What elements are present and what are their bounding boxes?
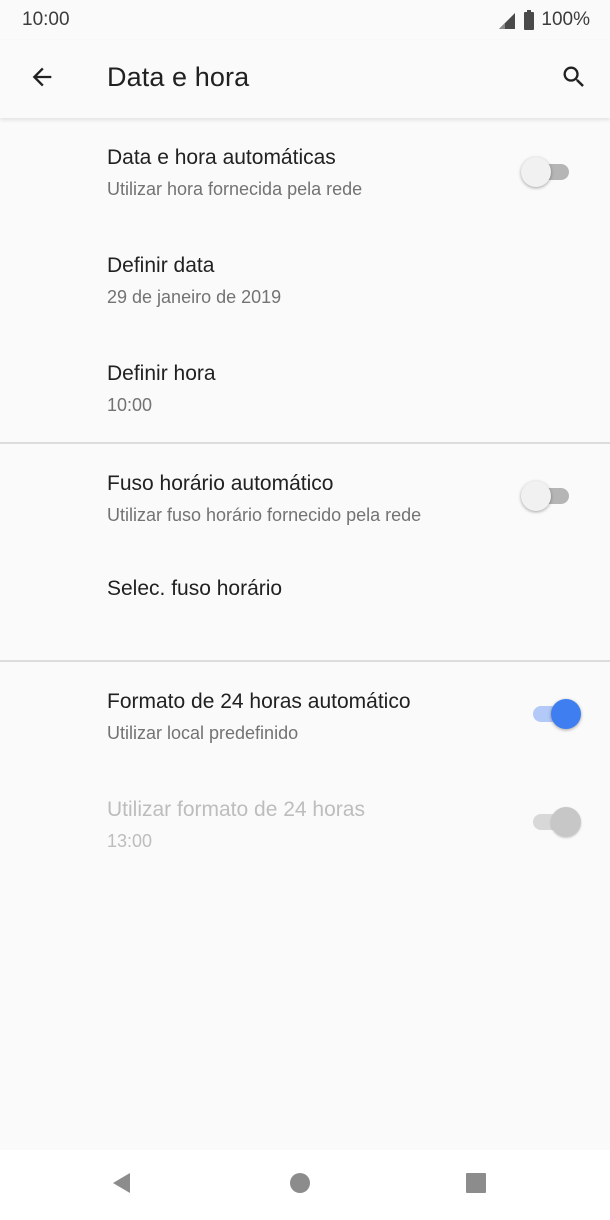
battery-percent: 100% [541, 9, 590, 30]
use-24h-switch [531, 807, 581, 837]
back-triangle-icon [110, 1171, 134, 1200]
select-timezone-title: Selec. fuso horário [107, 577, 283, 600]
nav-home-button[interactable] [285, 1170, 315, 1200]
auto-datetime-switch[interactable] [521, 157, 571, 187]
select-timezone-row[interactable]: Selec. fuso horário [0, 552, 610, 660]
auto-timezone-switch[interactable] [521, 481, 571, 511]
home-circle-icon [288, 1171, 312, 1200]
auto-24h-switch[interactable] [531, 699, 581, 729]
auto-timezone-title: Fuso horário automático [107, 472, 334, 495]
auto-24h-row[interactable]: Formato de 24 horas automático Utilizar … [0, 662, 610, 770]
set-date-row[interactable]: Definir data 29 de janeiro de 2019 [0, 226, 610, 334]
auto-datetime-title: Data e hora automáticas [107, 146, 336, 169]
page-title: Data e hora [107, 62, 250, 92]
set-date-summary: 29 de janeiro de 2019 [107, 287, 282, 307]
nav-bar [0, 1150, 610, 1220]
recents-square-icon [464, 1171, 488, 1200]
search-icon [560, 63, 588, 96]
nav-back-button[interactable] [107, 1170, 137, 1200]
app-bar: Data e hora [0, 40, 610, 118]
status-bar: 10:00 100% [0, 0, 610, 40]
auto-24h-summary: Utilizar local predefinido [107, 723, 299, 743]
arrow-back-icon [28, 63, 56, 96]
screen: 10:00 100% Data e hora Data e hora autom… [0, 0, 610, 1220]
auto-datetime-summary: Utilizar hora fornecida pela rede [107, 179, 363, 199]
status-time: 10:00 [22, 9, 70, 30]
auto-timezone-summary: Utilizar fuso horário fornecido pela red… [107, 505, 422, 525]
signal-icon [497, 11, 517, 29]
set-time-title: Definir hora [107, 362, 216, 385]
auto-24h-title: Formato de 24 horas automático [107, 690, 411, 713]
back-button[interactable] [22, 59, 62, 99]
battery-icon [523, 10, 535, 30]
auto-datetime-row[interactable]: Data e hora automáticas Utilizar hora fo… [0, 118, 610, 226]
use-24h-row: Utilizar formato de 24 horas 13:00 [0, 770, 610, 878]
search-button[interactable] [554, 59, 594, 99]
nav-recents-button[interactable] [461, 1170, 491, 1200]
set-time-summary: 10:00 [107, 395, 153, 415]
settings-list: Data e hora automáticas Utilizar hora fo… [0, 118, 610, 878]
use-24h-summary: 13:00 [107, 831, 153, 851]
status-icons: 100% [497, 9, 590, 31]
switch-thumb [521, 481, 551, 511]
auto-timezone-row[interactable]: Fuso horário automático Utilizar fuso ho… [0, 444, 610, 552]
switch-thumb [521, 157, 551, 187]
set-date-title: Definir data [107, 254, 215, 277]
switch-thumb [551, 807, 581, 837]
set-time-row[interactable]: Definir hora 10:00 [0, 334, 610, 442]
use-24h-title: Utilizar formato de 24 horas [107, 798, 365, 821]
switch-thumb [551, 699, 581, 729]
